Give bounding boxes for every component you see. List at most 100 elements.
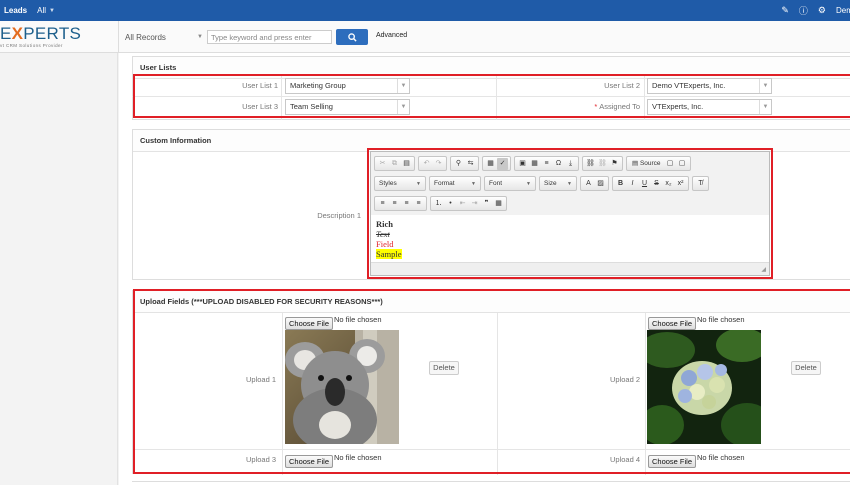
left-sidebar: [0, 53, 118, 485]
page-break-icon[interactable]: ⤓: [565, 158, 576, 170]
chevron-down-icon: ▼: [567, 180, 572, 187]
chevron-down-icon: ▼: [416, 180, 421, 187]
outdent-icon[interactable]: ⇤: [457, 198, 468, 210]
align-left-icon[interactable]: ≡: [377, 198, 388, 210]
editor-toolbar-row-1: ✂ ⧉ ▤ ↶ ↷ ⚲ ⇆ ▦ ✓ ▣ ▦ ≡ Ω ⤓ ⛓ ⛓ ⚑ ▤ Sour…: [374, 156, 691, 172]
div-container-icon[interactable]: ▦: [493, 198, 504, 210]
delete-button-1[interactable]: Delete: [429, 361, 459, 375]
search-bar: EXPERTS vt CRM Solutions Provider All Re…: [0, 21, 850, 53]
numbered-list-icon[interactable]: ⒈: [433, 198, 444, 210]
no-file-text-3: No file chosen: [334, 453, 382, 462]
editor-toolbar-row-2: Styles ▼ Format ▼ Font ▼ Size ▼ A ▨ B I U S …: [374, 176, 709, 192]
description-label: Description 1: [317, 211, 361, 220]
align-center-icon[interactable]: ≡: [389, 198, 400, 210]
logo: EXPERTS vt CRM Solutions Provider: [0, 24, 115, 50]
indent-icon[interactable]: ⇥: [469, 198, 480, 210]
table-icon[interactable]: ▦: [529, 158, 540, 170]
underline-icon[interactable]: U: [639, 178, 650, 190]
search-icon: [347, 32, 357, 42]
koala-image: [285, 330, 399, 444]
strike-icon[interactable]: S: [651, 178, 662, 190]
upload-4-label: Upload 4: [609, 455, 640, 464]
italic-icon[interactable]: I: [627, 178, 638, 190]
copy-icon[interactable]: ⧉: [389, 158, 400, 170]
styles-dropdown[interactable]: Styles ▼: [374, 176, 426, 191]
advanced-search-link[interactable]: Advanced: [376, 32, 407, 39]
user-list-1-select[interactable]: Marketing Group ▼: [285, 78, 410, 94]
text-color-icon[interactable]: A: [583, 178, 594, 190]
cut-icon[interactable]: ✂: [377, 158, 388, 170]
rich-text-editor: ✂ ⧉ ▤ ↶ ↷ ⚲ ⇆ ▦ ✓ ▣ ▦ ≡ Ω ⤓ ⛓ ⛓ ⚑ ▤ Sour…: [370, 151, 770, 276]
editor-toolbar-row-3: ≡ ≡ ≡ ≡ ⒈ • ⇤ ⇥ ❞ ▦: [374, 196, 507, 212]
unlink-icon[interactable]: ⛓: [597, 158, 608, 170]
upload-2-label: Upload 2: [609, 375, 640, 384]
undo-icon[interactable]: ↶: [421, 158, 432, 170]
hydrangea-image: [647, 330, 761, 444]
upload-3-label: Upload 3: [245, 455, 276, 464]
spellcheck-icon[interactable]: ✓: [497, 157, 508, 170]
gear-icon[interactable]: ⚙: [818, 5, 826, 16]
bullet-list-icon[interactable]: •: [445, 198, 456, 210]
chevron-down-icon: ▼: [397, 100, 409, 114]
chevron-down-icon: ▼: [526, 180, 531, 187]
select-all-icon[interactable]: ▦: [485, 158, 496, 170]
source-button[interactable]: ▤ Source: [629, 158, 664, 170]
pencil-icon[interactable]: ✎: [781, 5, 789, 16]
assigned-to-select[interactable]: VTExperts, Inc. ▼: [647, 99, 772, 115]
search-button[interactable]: [336, 29, 368, 45]
replace-icon[interactable]: ⇆: [465, 158, 476, 170]
info-icon[interactable]: ⓘ: [799, 4, 808, 17]
size-dropdown[interactable]: Size ▼: [539, 176, 577, 191]
bold-icon[interactable]: B: [615, 178, 626, 190]
bg-color-icon[interactable]: ▨: [595, 178, 606, 190]
font-dropdown[interactable]: Font ▼: [484, 176, 536, 191]
top-navbar: Leads All ▼ ✎ ⓘ ⚙ Demo: [0, 0, 850, 21]
remove-format-icon[interactable]: T̸: [695, 178, 706, 190]
logo-wordmark: EXPERTS: [0, 24, 82, 43]
special-char-icon[interactable]: Ω: [553, 158, 564, 170]
redo-icon[interactable]: ↷: [433, 158, 444, 170]
block-title: Upload Fields (***UPLOAD DISABLED FOR SE…: [133, 291, 850, 313]
image-icon[interactable]: ▣: [517, 158, 528, 170]
choose-file-button-1[interactable]: Choose File: [285, 317, 334, 330]
choose-file-button-3[interactable]: Choose File: [285, 455, 334, 468]
paste-icon[interactable]: ▤: [401, 158, 412, 170]
user-lists-fields: User List 1 Marketing Group ▼ User List 2…: [132, 76, 850, 120]
blockquote-icon[interactable]: ❞: [481, 198, 492, 210]
save-icon[interactable]: ▢: [665, 158, 676, 170]
editor-content[interactable]: Rich Text Field Sample: [371, 215, 769, 262]
editor-footer: ◢: [371, 262, 769, 275]
user-list-3-select[interactable]: Team Selling ▼: [285, 99, 410, 115]
superscript-icon[interactable]: x²: [675, 178, 686, 190]
user-list-2-select[interactable]: Demo VTExperts, Inc. ▼: [647, 78, 772, 94]
resize-handle-icon[interactable]: ◢: [761, 266, 766, 273]
chevron-down-icon: ▼: [397, 79, 409, 93]
assigned-to-label: * Assigned To: [594, 102, 640, 111]
subscript-icon[interactable]: x₂: [663, 178, 674, 190]
horizontal-line-icon[interactable]: ≡: [541, 158, 552, 170]
chevron-down-icon: ▼: [197, 34, 203, 40]
filter-dropdown[interactable]: All ▼: [37, 6, 55, 15]
chevron-down-icon: ▼: [759, 100, 771, 114]
find-icon[interactable]: ⚲: [453, 158, 464, 170]
format-dropdown[interactable]: Format ▼: [429, 176, 481, 191]
user-list-1-label: User List 1: [242, 81, 278, 90]
link-icon[interactable]: ⛓: [585, 158, 596, 170]
module-name[interactable]: Leads: [0, 6, 27, 15]
choose-file-button-4[interactable]: Choose File: [648, 455, 697, 468]
chevron-down-icon: ▼: [49, 7, 55, 14]
align-justify-icon[interactable]: ≡: [413, 198, 424, 210]
preview-icon[interactable]: ▢: [677, 158, 688, 170]
no-file-text-4: No file chosen: [697, 453, 745, 462]
top-right-tools: ✎ ⓘ ⚙ Demo: [781, 0, 850, 21]
anchor-icon[interactable]: ⚑: [609, 158, 620, 170]
no-file-text-1: No file chosen: [334, 315, 382, 324]
record-scope-select[interactable]: All Records ▼: [125, 30, 205, 44]
user-menu[interactable]: Demo: [836, 6, 850, 15]
search-input[interactable]: [207, 30, 332, 44]
delete-button-2[interactable]: Delete: [791, 361, 821, 375]
align-right-icon[interactable]: ≡: [401, 198, 412, 210]
choose-file-button-2[interactable]: Choose File: [648, 317, 697, 330]
block-title: Custom Information: [133, 130, 850, 152]
upload-1-label: Upload 1: [245, 375, 276, 384]
